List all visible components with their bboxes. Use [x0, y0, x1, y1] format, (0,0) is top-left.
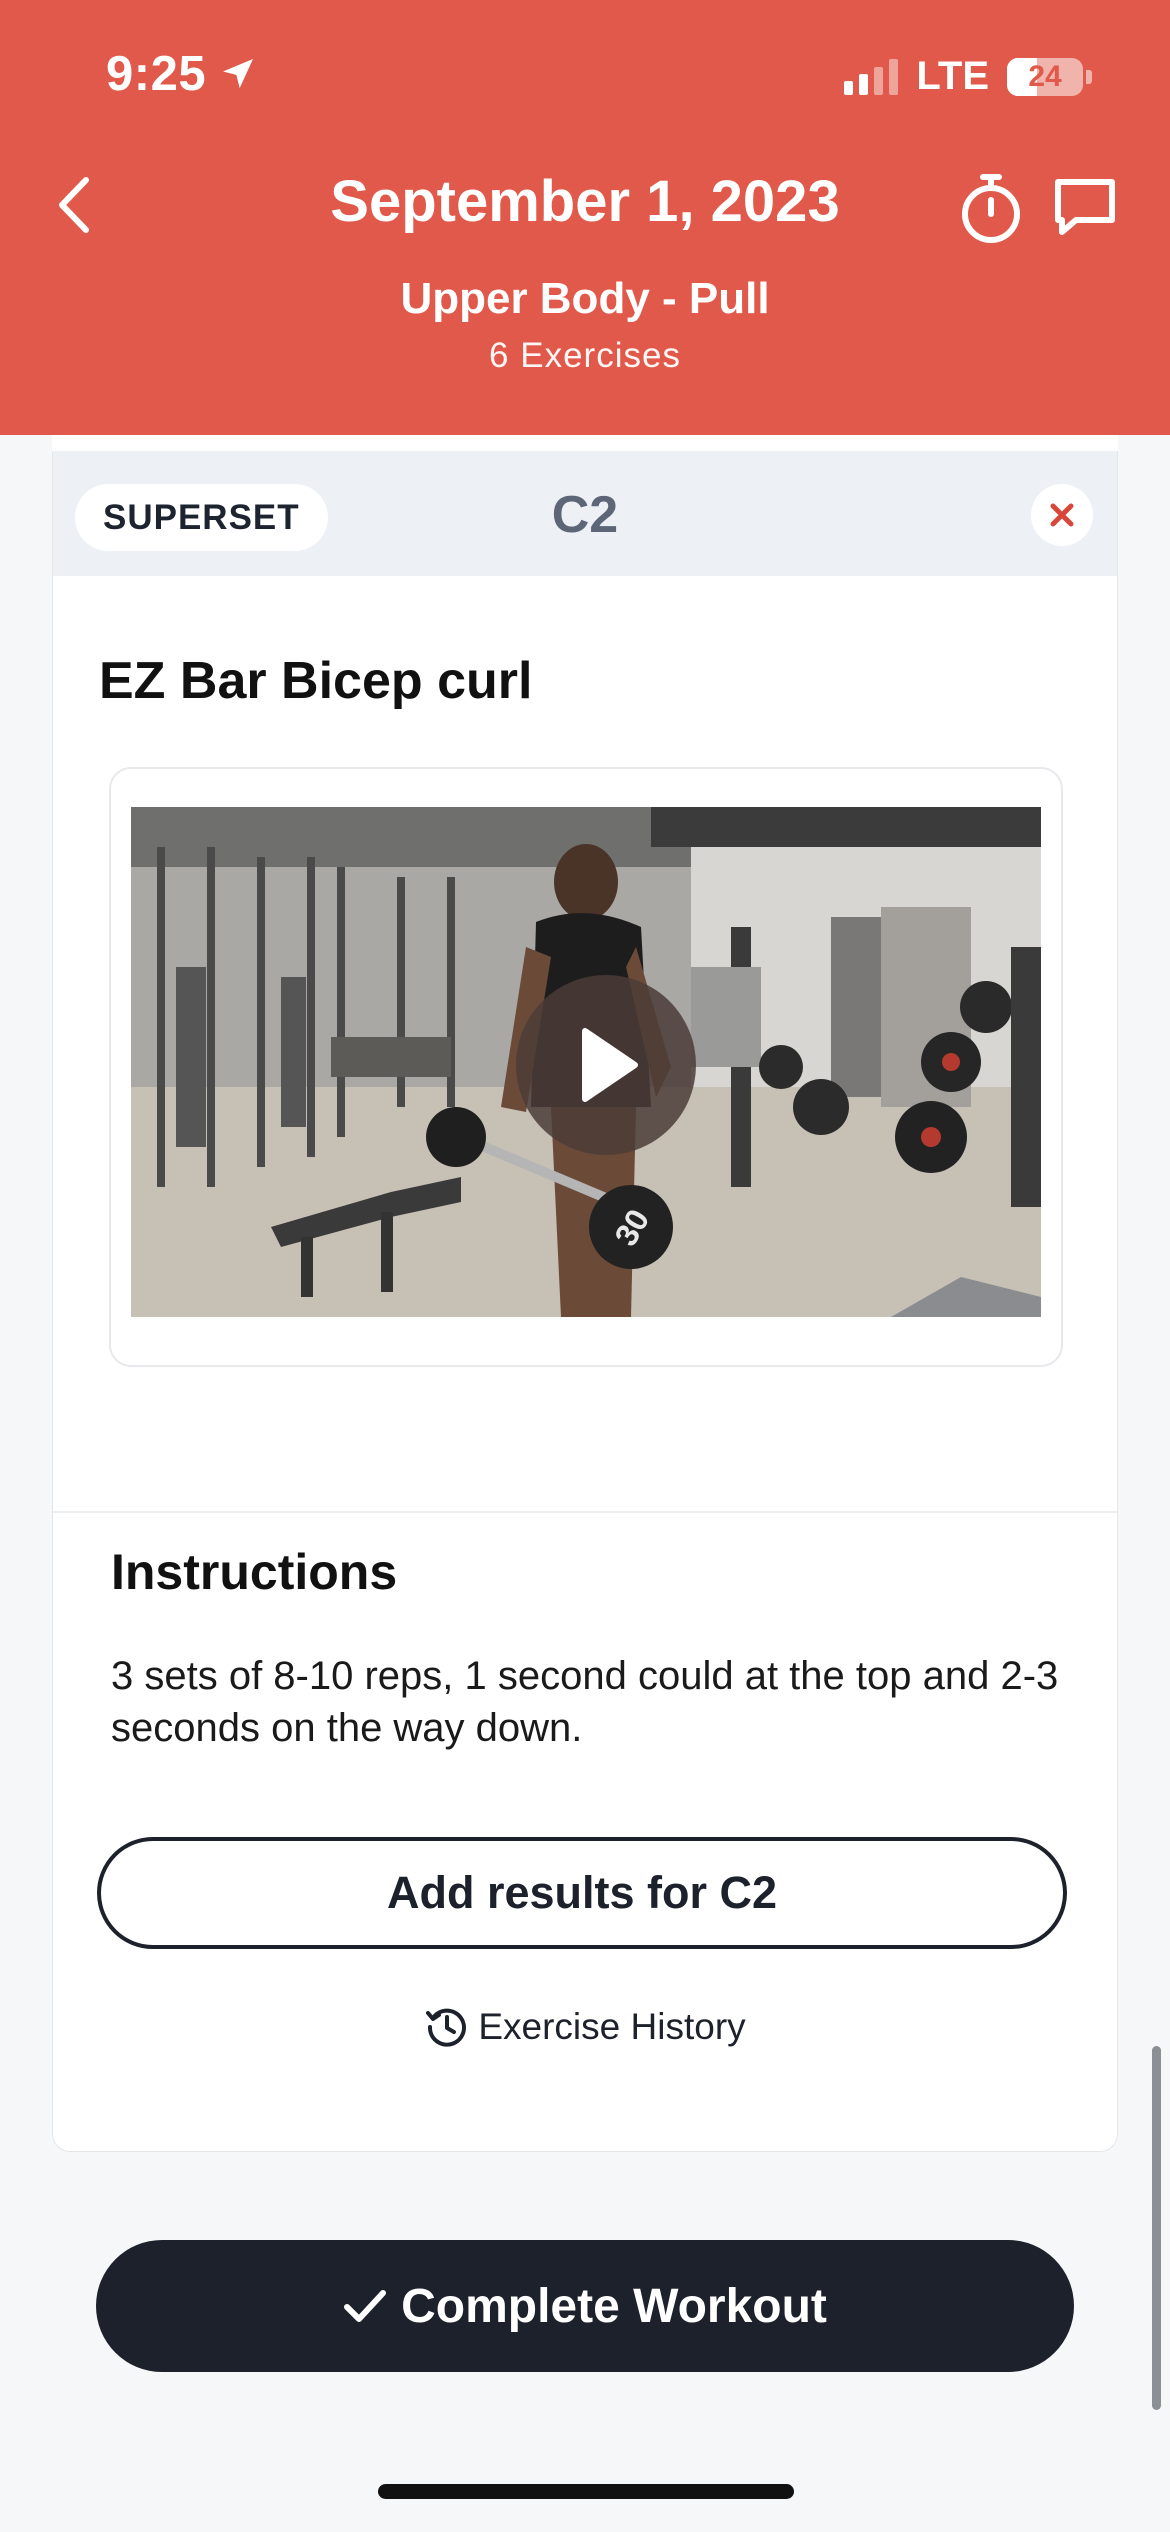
battery-level: 24 — [1028, 59, 1062, 93]
signal-strength-icon — [844, 58, 899, 95]
history-clock-icon — [426, 2008, 467, 2047]
chat-button[interactable] — [1052, 176, 1118, 238]
instructions-heading: Instructions — [111, 1544, 398, 1600]
status-time: 9:25 — [106, 46, 258, 102]
complete-workout-button[interactable]: Complete Workout — [96, 2240, 1074, 2372]
timer-button[interactable] — [956, 172, 1026, 244]
section-divider — [53, 1511, 1117, 1513]
checkmark-icon — [344, 2290, 387, 2322]
scrollbar[interactable] — [1152, 2046, 1161, 2410]
workout-name: Upper Body - Pull — [400, 274, 770, 323]
superset-bar: SUPERSET C2 — [53, 451, 1117, 576]
video-container: 30 — [109, 767, 1063, 1367]
previous-card-edge — [52, 435, 1118, 451]
superset-group-label: C2 — [551, 486, 619, 544]
exercise-count: 6 Exercises — [489, 336, 681, 375]
status-time-text: 9:25 — [106, 47, 207, 101]
exercise-history-link[interactable]: Exercise History — [53, 2004, 1117, 2050]
home-indicator[interactable] — [378, 2484, 794, 2499]
play-button[interactable] — [516, 975, 696, 1155]
instructions-text: 3 sets of 8-10 reps, 1 second could at t… — [111, 1654, 1059, 1750]
exercise-video-thumbnail[interactable]: 30 — [131, 807, 1041, 1317]
play-icon — [582, 1028, 638, 1102]
remove-exercise-button[interactable] — [1031, 484, 1093, 546]
exercise-title: EZ Bar Bicep curl — [99, 652, 533, 710]
complete-workout-label: Complete Workout — [401, 2279, 827, 2333]
chat-bubble-icon — [1055, 179, 1115, 235]
app-header: 9:25 LTE 24 September 1, 2023 Upper Body… — [0, 0, 1170, 435]
stopwatch-icon — [962, 174, 1020, 243]
network-type: LTE — [916, 54, 989, 98]
exercise-history-label: Exercise History — [478, 2006, 746, 2047]
close-x-icon — [1050, 503, 1074, 527]
add-results-button[interactable]: Add results for C2 — [97, 1837, 1067, 1949]
add-results-label: Add results for C2 — [386, 1867, 778, 1918]
status-indicators: LTE 24 — [844, 54, 1092, 99]
exercise-card: SUPERSET C2 EZ Bar Bicep curl 30 Instruc… — [52, 451, 1118, 2152]
location-arrow-icon — [223, 59, 254, 89]
battery-icon: 24 — [1007, 57, 1083, 96]
